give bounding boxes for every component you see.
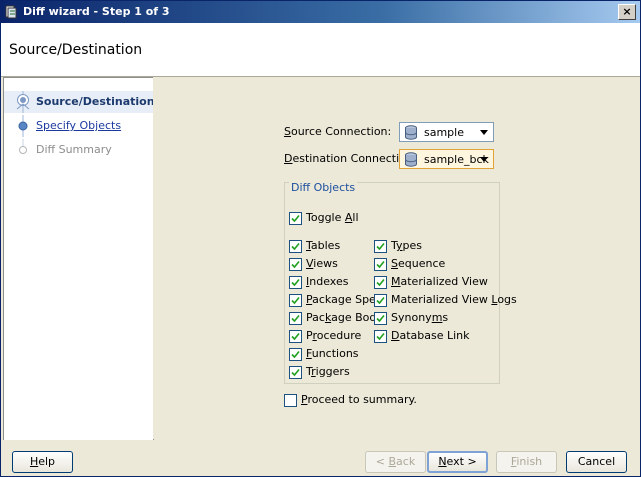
step-label: Specify Objects [36,119,122,132]
destination-connection-label: Destination Connection: [284,152,417,165]
source-connection-dropdown[interactable]: sample [399,122,494,142]
checkbox-label: Functions [306,347,359,360]
checkbox-label: Synonyms [391,311,449,324]
checkbox-box [374,294,387,307]
checkbox-label: Views [306,257,338,270]
checkbox-label: Sequence [391,257,446,270]
checkbox-box [289,212,302,225]
checkbox-box [289,258,302,271]
step-node-icon [13,115,33,137]
checkbox-label: Triggers [306,365,350,378]
diff-objects-legend: Diff Objects [289,181,358,194]
finish-button[interactable]: Finish [496,451,557,473]
step-source-destination[interactable]: Source/Destination [4,91,155,113]
step-diff-summary: Diff Summary [4,139,153,161]
page-title: Source/Destination [9,42,143,58]
checkbox-label: Database Link [391,329,470,342]
step-node-icon [13,139,33,161]
checkbox-box [289,366,302,379]
chevron-down-icon [478,126,490,138]
checkbox-label: Materialized View Logs [391,293,517,306]
checkbox-label: Package Body [306,311,383,324]
window-title: Diff wizard - Step 1 of 3 [23,5,170,18]
checkbox-box [374,258,387,271]
checkbox-label: Materialized View [391,275,488,288]
chevron-down-icon [478,153,490,165]
help-button[interactable]: Help [12,451,73,473]
source-connection-value: sample [424,126,464,139]
checkbox-label: Indexes [306,275,349,288]
wizard-content: Source Connection: sample Destination Co… [153,77,639,439]
checkbox-label: Procedure [306,329,362,342]
checkbox-label: Package Spec [306,293,382,306]
step-label: Diff Summary [36,143,112,156]
checkbox-box [374,276,387,289]
diff-wizard-window: Diff wizard - Step 1 of 3 × Source/Desti… [0,0,641,477]
page-header: Source/Destination [1,23,640,77]
steps-panel: Source/Destination Specify Objects Diff … [3,77,155,441]
destination-connection-dropdown[interactable]: sample_bck [399,149,494,169]
checkbox-box [284,394,297,407]
next-button[interactable]: Next > [427,451,488,473]
database-icon [404,125,418,140]
checkbox-label: Types [391,239,423,252]
database-icon [404,152,418,167]
close-button[interactable]: × [618,4,636,20]
checkbox-box [289,312,302,325]
checkbox-box [289,348,302,361]
checkbox-box [374,240,387,253]
checkbox-box [374,330,387,343]
title-bar[interactable]: Diff wizard - Step 1 of 3 × [1,1,640,23]
step-label: Source/Destination [36,95,155,108]
checkbox-box [289,330,302,343]
step-specify-objects[interactable]: Specify Objects [4,115,153,137]
toggle-all-label: Toggle All [306,211,359,224]
back-button[interactable]: < Back [365,451,426,473]
checkbox-box [289,276,302,289]
checkbox-box [289,240,302,253]
wizard-app-icon [5,5,17,19]
checkbox-label: Tables [306,239,341,252]
source-connection-label: Source Connection: [284,125,392,138]
cancel-button[interactable]: Cancel [566,451,627,473]
current-step-icon [13,91,33,113]
button-bar: Help < Back Next > Finish Cancel [1,440,640,476]
checkbox-box [374,312,387,325]
checkbox-box [289,294,302,307]
proceed-to-summary-label: Proceed to summary. [301,393,417,406]
